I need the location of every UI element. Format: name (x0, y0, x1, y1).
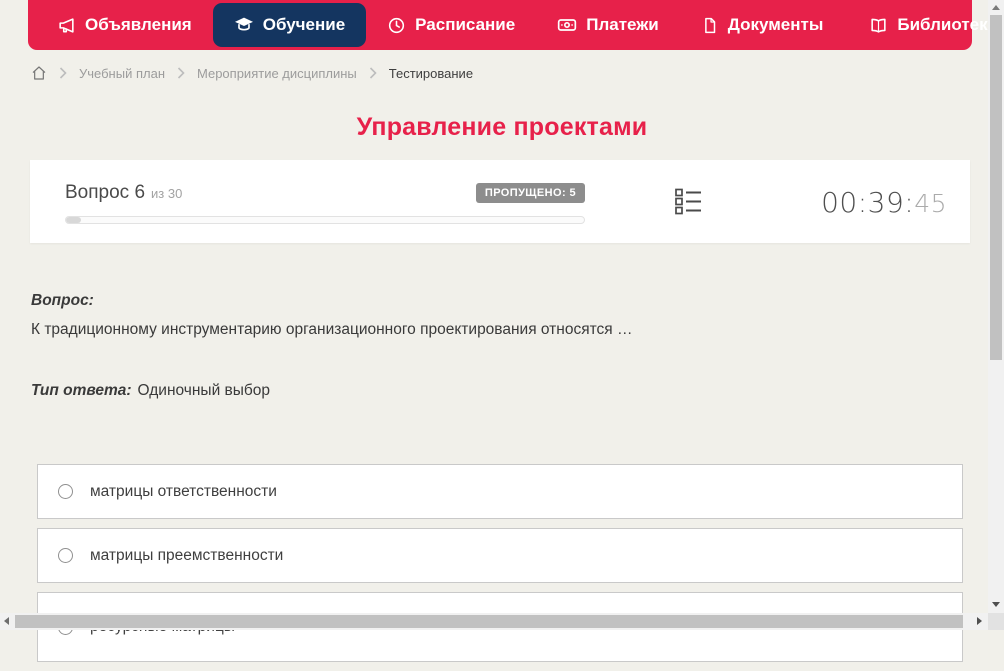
home-icon[interactable] (31, 65, 47, 81)
nav-item-documents[interactable]: Документы (680, 0, 845, 50)
scroll-up-arrow-icon[interactable] (992, 5, 1000, 10)
scroll-right-arrow-icon[interactable] (977, 617, 982, 625)
answer-type-label: Тип ответа: (31, 382, 132, 399)
nav-item-announcements[interactable]: Объявления (36, 0, 213, 50)
main-navbar: Объявления Обучение Расписание Платежи Д… (28, 0, 972, 50)
nav-item-label: Библиотека (897, 15, 997, 35)
nav-item-label: Документы (728, 15, 824, 35)
open-book-icon (869, 16, 888, 35)
nav-item-label: Обучение (263, 15, 345, 35)
nav-item-learning[interactable]: Обучение (213, 3, 366, 47)
radio-button[interactable] (58, 548, 73, 563)
nav-item-label: Объявления (85, 15, 192, 35)
breadcrumb-item-testing: Тестирование (389, 66, 473, 81)
question-section: Вопрос: К традиционному инструментарию о… (31, 292, 962, 400)
answer-option-label: матрицы ответственности (90, 483, 277, 501)
answer-type-row: Тип ответа: Одиночный выбор (31, 382, 962, 400)
scrollbar-corner (988, 613, 1004, 630)
horizontal-scrollbar[interactable] (0, 613, 988, 630)
nav-item-payments[interactable]: Платежи (536, 0, 680, 50)
nav-item-library[interactable]: Библиотека (848, 0, 1004, 50)
vertical-scrollbar[interactable] (988, 0, 1004, 613)
radio-button[interactable] (58, 484, 73, 499)
progress-bar (65, 216, 585, 224)
question-number: Вопрос 6 (65, 182, 145, 203)
document-icon (701, 16, 719, 35)
banknote-icon (557, 15, 577, 35)
question-counter: Вопрос 6 из 30 (65, 182, 182, 204)
question-progress-block: Вопрос 6 из 30 ПРОПУЩЕНО: 5 (65, 181, 585, 224)
chevron-right-icon (59, 67, 67, 79)
nav-item-schedule[interactable]: Расписание (366, 0, 536, 50)
breadcrumb-item-discipline-event[interactable]: Мероприятие дисциплины (197, 66, 357, 81)
progress-bar-fill (66, 217, 81, 223)
question-text: К традиционному инструментарию организац… (31, 320, 962, 340)
question-total: из 30 (151, 186, 182, 201)
quiz-header-card: Вопрос 6 из 30 ПРОПУЩЕНО: 5 00:39:45 (30, 160, 970, 243)
graduation-cap-icon (234, 15, 254, 35)
breadcrumb-item-curriculum[interactable]: Учебный план (79, 66, 165, 81)
horizontal-scrollbar-thumb[interactable] (15, 615, 963, 628)
answer-type-value: Одиночный выбор (138, 382, 271, 399)
scroll-down-arrow-icon[interactable] (992, 602, 1000, 607)
answer-option-label: матрицы преемственности (90, 547, 283, 565)
timer: 00:39:45 (821, 186, 947, 219)
vertical-scrollbar-thumb[interactable] (990, 15, 1002, 360)
timer-hours-minutes: 00:39: (821, 186, 914, 219)
timer-seconds: 45 (914, 189, 947, 218)
chevron-right-icon (369, 67, 377, 79)
skipped-badge: ПРОПУЩЕНО: 5 (476, 183, 585, 203)
megaphone-icon (57, 16, 76, 35)
answer-option[interactable]: матрицы ответственности (37, 464, 963, 519)
nav-item-label: Расписание (415, 15, 515, 35)
scroll-left-arrow-icon[interactable] (4, 617, 9, 625)
breadcrumb: Учебный план Мероприятие дисциплины Тест… (31, 61, 473, 85)
question-list-icon[interactable] (675, 188, 702, 221)
page-title: Управление проектами (0, 113, 1004, 142)
chevron-right-icon (177, 67, 185, 79)
answer-option[interactable]: матрицы преемственности (37, 528, 963, 583)
clock-icon (387, 16, 406, 35)
nav-item-label: Платежи (586, 15, 659, 35)
question-heading: Вопрос: (31, 292, 962, 310)
answer-options: матрицы ответственности матрицы преемств… (37, 464, 963, 671)
